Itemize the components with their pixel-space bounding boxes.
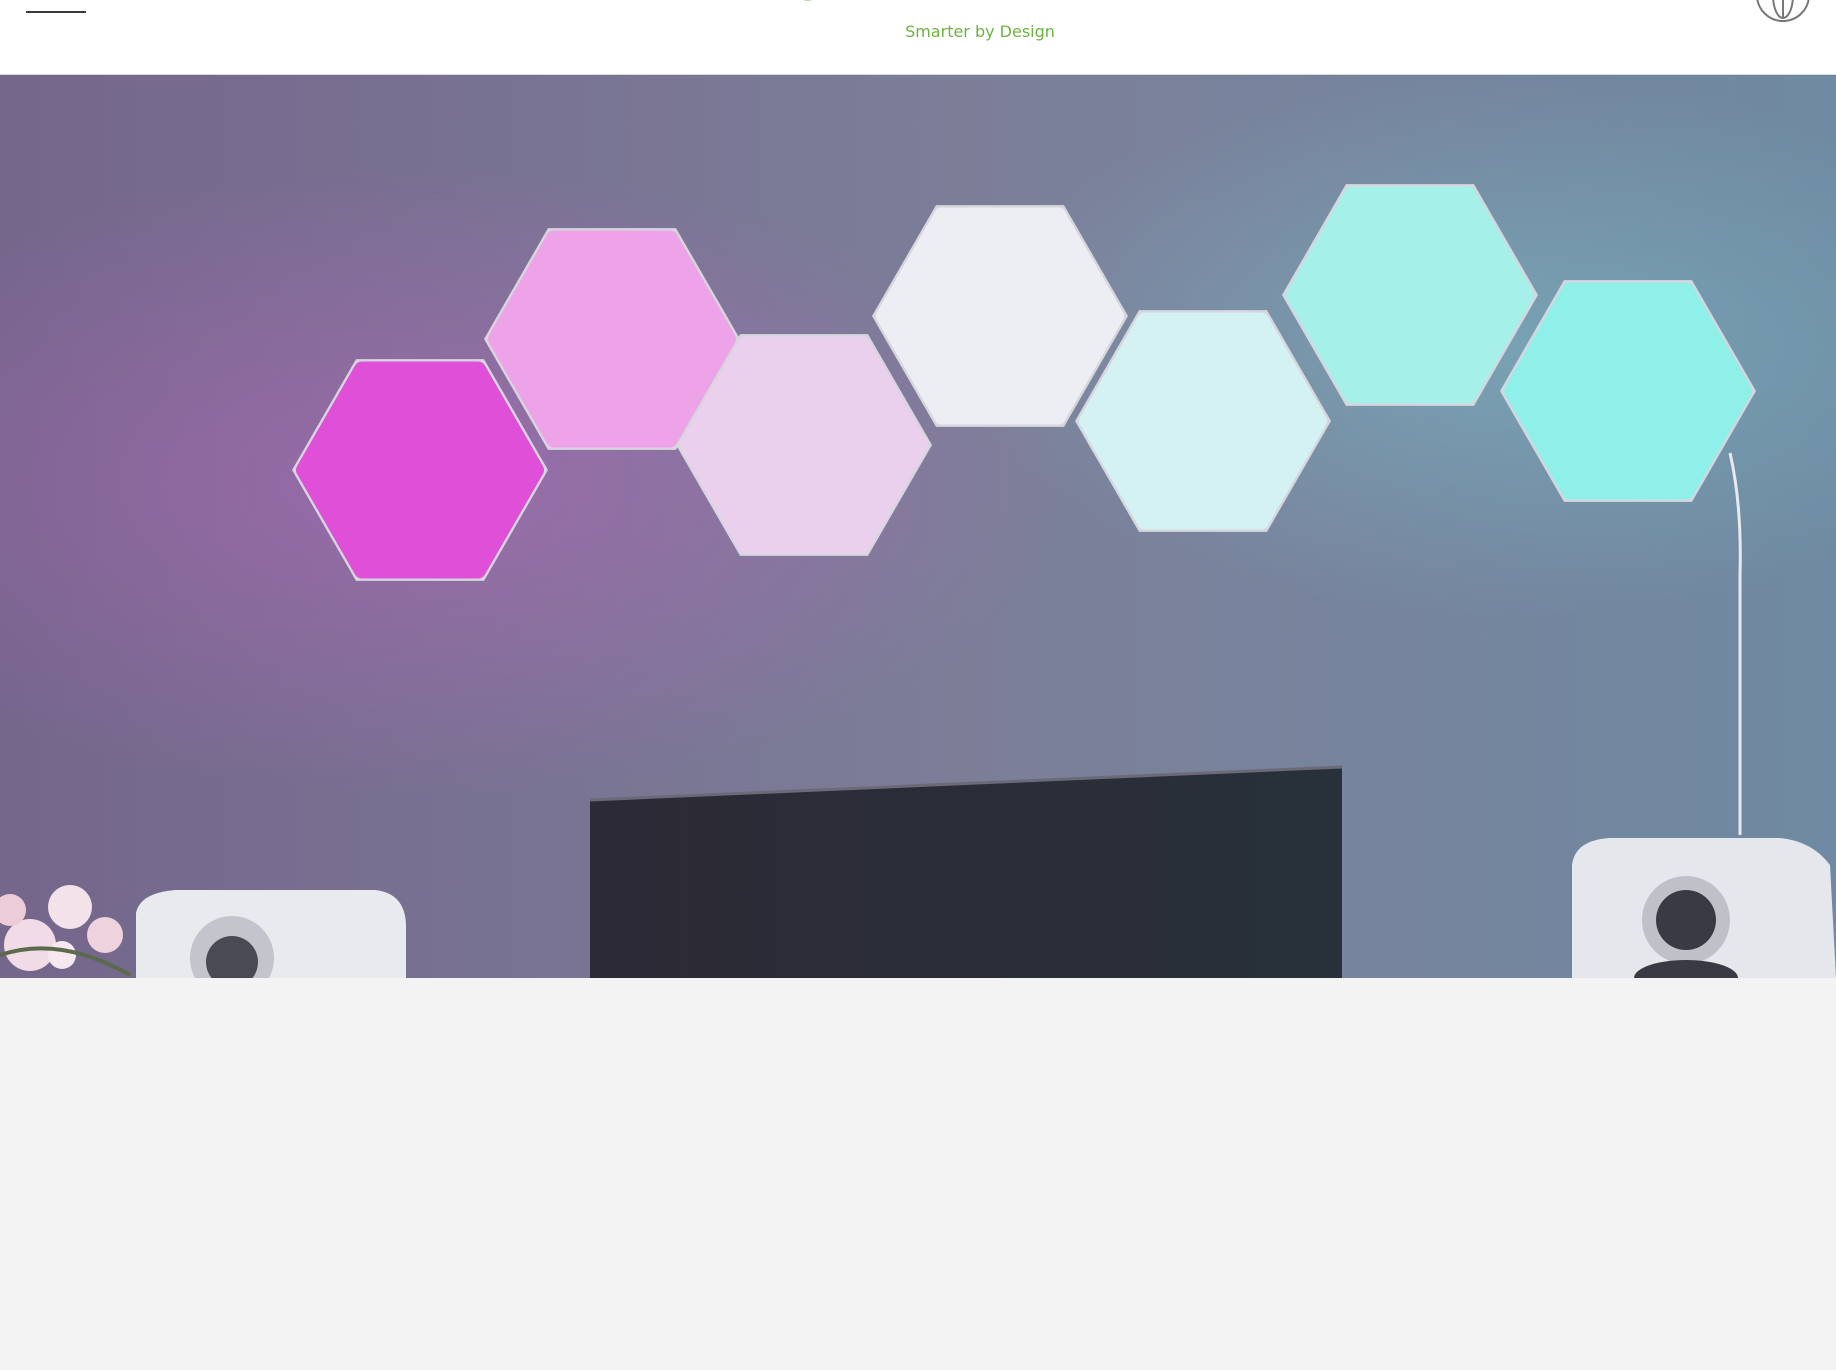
hexagon-panel <box>1079 312 1327 530</box>
hero-banner <box>0 75 1836 978</box>
hexagon-panel <box>680 336 928 554</box>
hero-image <box>0 75 1836 978</box>
content-area <box>0 978 1836 1370</box>
site-header: nanoleaf Smarter by Design <box>0 0 1836 75</box>
globe-icon-graphic <box>1772 0 1794 19</box>
hexagon-panel <box>488 230 736 448</box>
monitor <box>590 767 1342 978</box>
hexagon-panel <box>876 207 1124 425</box>
hexagon-panel <box>1286 186 1534 404</box>
logo-wordmark: nanoleaf <box>780 0 1081 6</box>
globe-icon[interactable] <box>1756 0 1810 22</box>
hamburger-menu-icon <box>26 11 86 13</box>
right-speaker <box>1572 838 1836 978</box>
page: nanoleaf Smarter by Design <box>0 0 1836 1370</box>
menu-button[interactable] <box>18 0 94 34</box>
logo-tagline: Smarter by Design <box>905 22 1055 41</box>
left-speaker <box>136 890 406 978</box>
hexagon-panel <box>296 361 544 579</box>
hexagon-panel <box>1504 282 1752 500</box>
